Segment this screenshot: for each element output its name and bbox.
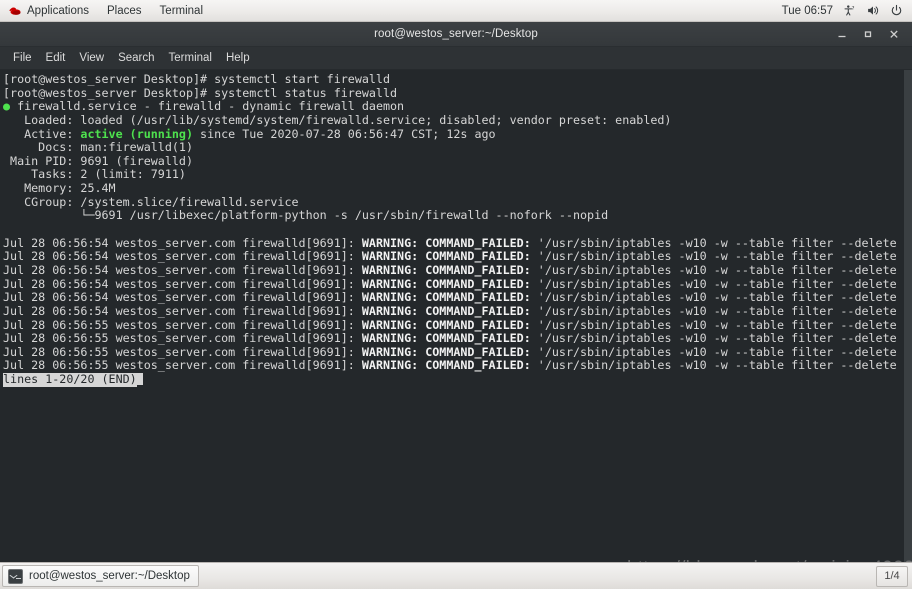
places-menu-label: Places xyxy=(107,4,142,17)
service-field-1: Active: active (running) since Tue 2020-… xyxy=(3,127,496,141)
desktop-screen: Applications Places Terminal Tue 06:57 ? xyxy=(0,0,912,589)
service-field-0: Loaded: loaded (/usr/lib/systemd/system/… xyxy=(3,113,672,127)
menu-file[interactable]: File xyxy=(6,50,39,67)
terminal-output-area[interactable]: [root@westos_server Desktop]# systemctl … xyxy=(0,70,912,562)
minimize-icon[interactable] xyxy=(830,23,854,45)
svg-text:?: ? xyxy=(852,6,855,12)
clock[interactable]: Tue 06:57 xyxy=(782,5,833,17)
service-field-7: └─9691 /usr/libexec/platform-python -s /… xyxy=(3,209,609,223)
menu-search[interactable]: Search xyxy=(111,50,161,67)
gnome-top-bar: Applications Places Terminal Tue 06:57 ? xyxy=(0,0,912,22)
window-title: root@westos_server:~/Desktop xyxy=(374,28,538,40)
service-header-line: ● firewalld.service - firewalld - dynami… xyxy=(3,100,405,114)
text-cursor xyxy=(136,373,144,386)
menu-terminal-label: Terminal xyxy=(168,52,212,64)
terminal-scrollbar-thumb[interactable] xyxy=(904,70,912,562)
terminal-window: root@westos_server:~/Desktop File Edit V… xyxy=(0,22,912,562)
log-line-3: Jul 28 06:56:54 westos_server.com firewa… xyxy=(3,277,897,291)
terminal-menu-label: Terminal xyxy=(159,4,204,17)
service-field-4: Tasks: 2 (limit: 7911) xyxy=(3,168,186,182)
menu-view-label: View xyxy=(79,52,105,64)
workspace-switcher[interactable]: 1/4 xyxy=(876,565,908,587)
log-line-9: Jul 28 06:56:55 westos_server.com firewa… xyxy=(3,359,897,373)
accessibility-icon[interactable]: ? xyxy=(843,4,856,17)
log-line-0: Jul 28 06:56:54 westos_server.com firewa… xyxy=(3,236,897,250)
taskbar-window-button[interactable]: root@westos_server:~/Desktop xyxy=(2,565,199,587)
applications-menu-label: Applications xyxy=(27,4,90,17)
log-line-2: Jul 28 06:56:54 westos_server.com firewa… xyxy=(3,263,897,277)
service-field-6: CGroup: /system.slice/firewalld.service xyxy=(3,195,299,209)
volume-icon[interactable] xyxy=(866,4,880,17)
places-menu[interactable]: Places xyxy=(98,0,151,21)
applications-menu[interactable]: Applications xyxy=(0,0,98,21)
pager-status-line: lines 1-20/20 (END) xyxy=(3,373,900,387)
terminal-command-line-1: [root@westos_server Desktop]# systemctl … xyxy=(3,86,398,100)
log-line-5: Jul 28 06:56:54 westos_server.com firewa… xyxy=(3,304,897,318)
menu-edit[interactable]: Edit xyxy=(39,50,73,67)
terminal-command-line-0: [root@westos_server Desktop]# systemctl … xyxy=(3,73,391,86)
menu-search-label: Search xyxy=(118,52,155,64)
pager-status: lines 1-20/20 (END) xyxy=(3,373,137,387)
log-line-1: Jul 28 06:56:54 westos_server.com firewa… xyxy=(3,250,897,264)
log-line-7: Jul 28 06:56:55 westos_server.com firewa… xyxy=(3,332,897,346)
log-line-4: Jul 28 06:56:54 westos_server.com firewa… xyxy=(3,291,897,305)
maximize-icon[interactable] xyxy=(856,23,880,45)
menu-terminal[interactable]: Terminal xyxy=(162,50,219,67)
log-line-6: Jul 28 06:56:55 westos_server.com firewa… xyxy=(3,318,897,332)
terminal-scrollbar[interactable] xyxy=(904,70,912,562)
window-titlebar[interactable]: root@westos_server:~/Desktop xyxy=(0,22,912,47)
terminal-icon xyxy=(8,568,23,584)
top-bar-menus: Applications Places Terminal xyxy=(0,0,212,21)
terminal-text: [root@westos_server Desktop]# systemctl … xyxy=(3,73,900,387)
service-field-5: Memory: 25.4M xyxy=(3,182,116,196)
menu-edit-label: Edit xyxy=(45,52,66,64)
window-controls xyxy=(830,22,906,46)
close-icon[interactable] xyxy=(882,23,906,45)
window-list-taskbar: root@westos_server:~/Desktop 1/4 xyxy=(0,562,912,589)
menu-file-label: File xyxy=(13,52,32,64)
terminal-menubar: File Edit View Search Terminal Help xyxy=(0,47,912,70)
service-field-3: Main PID: 9691 (firewalld) xyxy=(3,154,193,168)
power-icon[interactable] xyxy=(890,4,903,17)
menu-view[interactable]: View xyxy=(72,50,111,67)
log-line-8: Jul 28 06:56:55 westos_server.com firewa… xyxy=(3,345,897,359)
top-bar-status-area: Tue 06:57 ? xyxy=(782,0,912,21)
workspace-label: 1/4 xyxy=(884,570,900,582)
redhat-logo-icon xyxy=(9,7,21,15)
terminal-menu[interactable]: Terminal xyxy=(151,0,212,21)
service-field-2: Docs: man:firewalld(1) xyxy=(3,141,193,155)
taskbar-window-label: root@westos_server:~/Desktop xyxy=(29,570,190,582)
menu-help-label: Help xyxy=(225,52,250,64)
menu-help[interactable]: Help xyxy=(219,50,257,67)
